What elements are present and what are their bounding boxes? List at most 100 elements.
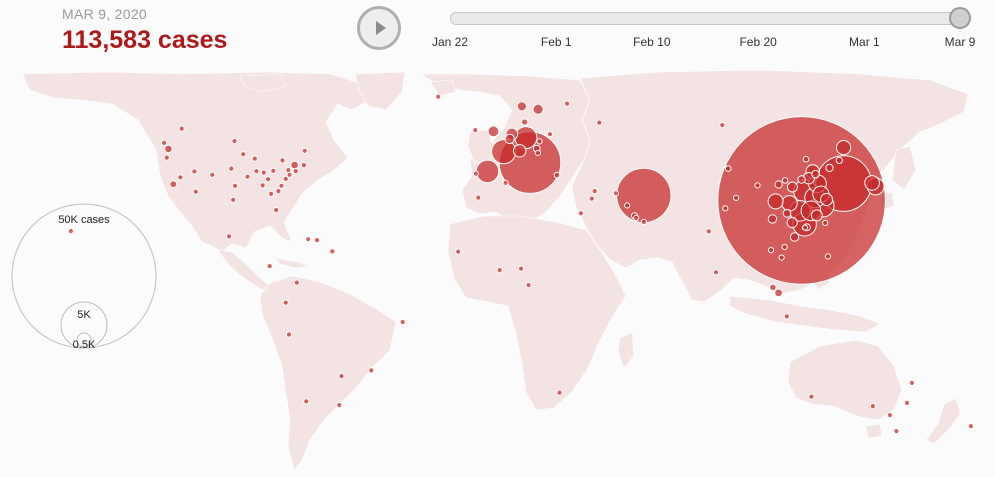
case-bubble[interactable] xyxy=(435,93,442,100)
case-bubble[interactable] xyxy=(733,194,740,201)
case-bubble[interactable] xyxy=(754,182,761,189)
case-bubble[interactable] xyxy=(808,393,815,400)
case-bubble[interactable] xyxy=(67,228,75,235)
case-bubble[interactable] xyxy=(231,138,238,145)
case-bubble[interactable] xyxy=(810,209,823,222)
case-bubble[interactable] xyxy=(820,193,834,206)
case-bubble[interactable] xyxy=(786,181,798,193)
case-bubble[interactable] xyxy=(163,154,170,161)
case-bubble[interactable] xyxy=(591,188,598,195)
case-bubble[interactable] xyxy=(259,182,266,189)
case-bubble[interactable] xyxy=(769,283,777,291)
case-bubble[interactable] xyxy=(886,412,894,419)
case-bubble[interactable] xyxy=(496,267,503,274)
case-bubble[interactable] xyxy=(502,179,509,186)
case-bubble[interactable] xyxy=(536,138,543,145)
case-bubble[interactable] xyxy=(705,228,712,235)
case-bubble[interactable] xyxy=(292,168,299,175)
case-bubble[interactable] xyxy=(314,237,321,244)
case-bubble[interactable] xyxy=(564,100,571,107)
case-bubble[interactable] xyxy=(612,190,620,197)
case-bubble[interactable] xyxy=(226,233,233,240)
case-bubble[interactable] xyxy=(329,248,336,255)
case-bubble[interactable] xyxy=(260,169,267,176)
case-bubble[interactable] xyxy=(553,171,561,179)
case-bubble[interactable] xyxy=(908,379,916,386)
case-bubble[interactable] xyxy=(230,196,237,203)
case-bubble[interactable] xyxy=(251,155,258,162)
case-bubble[interactable] xyxy=(811,169,820,179)
case-bubble[interactable] xyxy=(282,299,289,306)
case-bubble[interactable] xyxy=(781,243,788,251)
case-bubble[interactable] xyxy=(778,254,785,261)
case-bubble[interactable] xyxy=(802,155,810,163)
case-bubble[interactable] xyxy=(232,182,239,189)
case-bubble[interactable] xyxy=(253,168,260,175)
case-bubble[interactable] xyxy=(278,182,285,189)
case-bubble[interactable] xyxy=(338,373,345,380)
case-bubble[interactable] xyxy=(521,118,529,126)
case-bubble[interactable] xyxy=(577,210,585,217)
case-bubble[interactable] xyxy=(513,144,527,158)
case-bubble[interactable] xyxy=(588,195,595,202)
case-bubble[interactable] xyxy=(169,180,178,189)
case-bubble[interactable] xyxy=(789,232,800,242)
case-bubble[interactable] xyxy=(801,224,809,231)
case-bubble[interactable] xyxy=(546,131,554,138)
case-bubble[interactable] xyxy=(178,125,185,132)
case-bubble[interactable] xyxy=(475,194,482,201)
case-bubble[interactable] xyxy=(336,402,343,409)
case-bubble[interactable] xyxy=(487,125,500,138)
case-bubble[interactable] xyxy=(472,127,479,134)
case-bubble[interactable] xyxy=(265,176,272,183)
case-bubble[interactable] xyxy=(532,103,544,115)
case-bubble[interactable] xyxy=(640,218,647,226)
case-bubble[interactable] xyxy=(293,279,300,286)
case-bubble[interactable] xyxy=(767,193,784,210)
case-bubble[interactable] xyxy=(822,219,829,226)
case-bubble[interactable] xyxy=(724,165,732,172)
case-bubble[interactable] xyxy=(518,265,525,272)
case-bubble[interactable] xyxy=(781,195,798,212)
case-bubble[interactable] xyxy=(836,140,852,156)
case-bubble[interactable] xyxy=(797,175,806,184)
case-bubble[interactable] xyxy=(290,160,299,170)
case-bubble[interactable] xyxy=(782,208,792,218)
case-bubble[interactable] xyxy=(893,428,900,435)
case-bubble[interactable] xyxy=(722,205,729,212)
case-bubble[interactable] xyxy=(161,139,168,146)
case-bubble[interactable] xyxy=(279,157,286,164)
case-bubble[interactable] xyxy=(240,151,247,158)
case-bubble[interactable] xyxy=(209,171,216,178)
case-bubble[interactable] xyxy=(192,188,199,195)
case-bubble[interactable] xyxy=(534,149,542,156)
case-bubble[interactable] xyxy=(303,398,310,405)
case-bubble[interactable] xyxy=(786,217,798,229)
case-bubble[interactable] xyxy=(767,214,778,224)
case-bubble[interactable] xyxy=(164,144,173,154)
case-bubble[interactable] xyxy=(774,288,783,298)
case-bubble[interactable] xyxy=(825,163,834,172)
case-bubble[interactable] xyxy=(774,180,783,189)
case-bubble[interactable] xyxy=(475,159,500,184)
case-bubble[interactable] xyxy=(191,168,198,175)
case-bubble[interactable] xyxy=(967,423,975,430)
case-bubble[interactable] xyxy=(244,173,251,180)
case-bubble[interactable] xyxy=(719,122,726,129)
case-bubble[interactable] xyxy=(472,170,479,177)
case-bubble[interactable] xyxy=(273,207,280,214)
case-bubble[interactable] xyxy=(455,248,462,255)
case-bubble[interactable] xyxy=(282,175,289,182)
case-bubble[interactable] xyxy=(300,162,307,169)
case-bubble[interactable] xyxy=(835,156,843,164)
case-bubble[interactable] xyxy=(596,119,603,126)
case-bubble[interactable] xyxy=(556,389,563,396)
case-bubble[interactable] xyxy=(864,175,880,191)
case-bubble[interactable] xyxy=(525,282,532,289)
case-bubble[interactable] xyxy=(869,403,877,410)
case-bubble[interactable] xyxy=(268,190,275,197)
case-bubble[interactable] xyxy=(504,133,515,144)
case-bubble[interactable] xyxy=(616,167,672,224)
case-bubble[interactable] xyxy=(270,167,277,174)
case-bubble[interactable] xyxy=(767,247,775,254)
